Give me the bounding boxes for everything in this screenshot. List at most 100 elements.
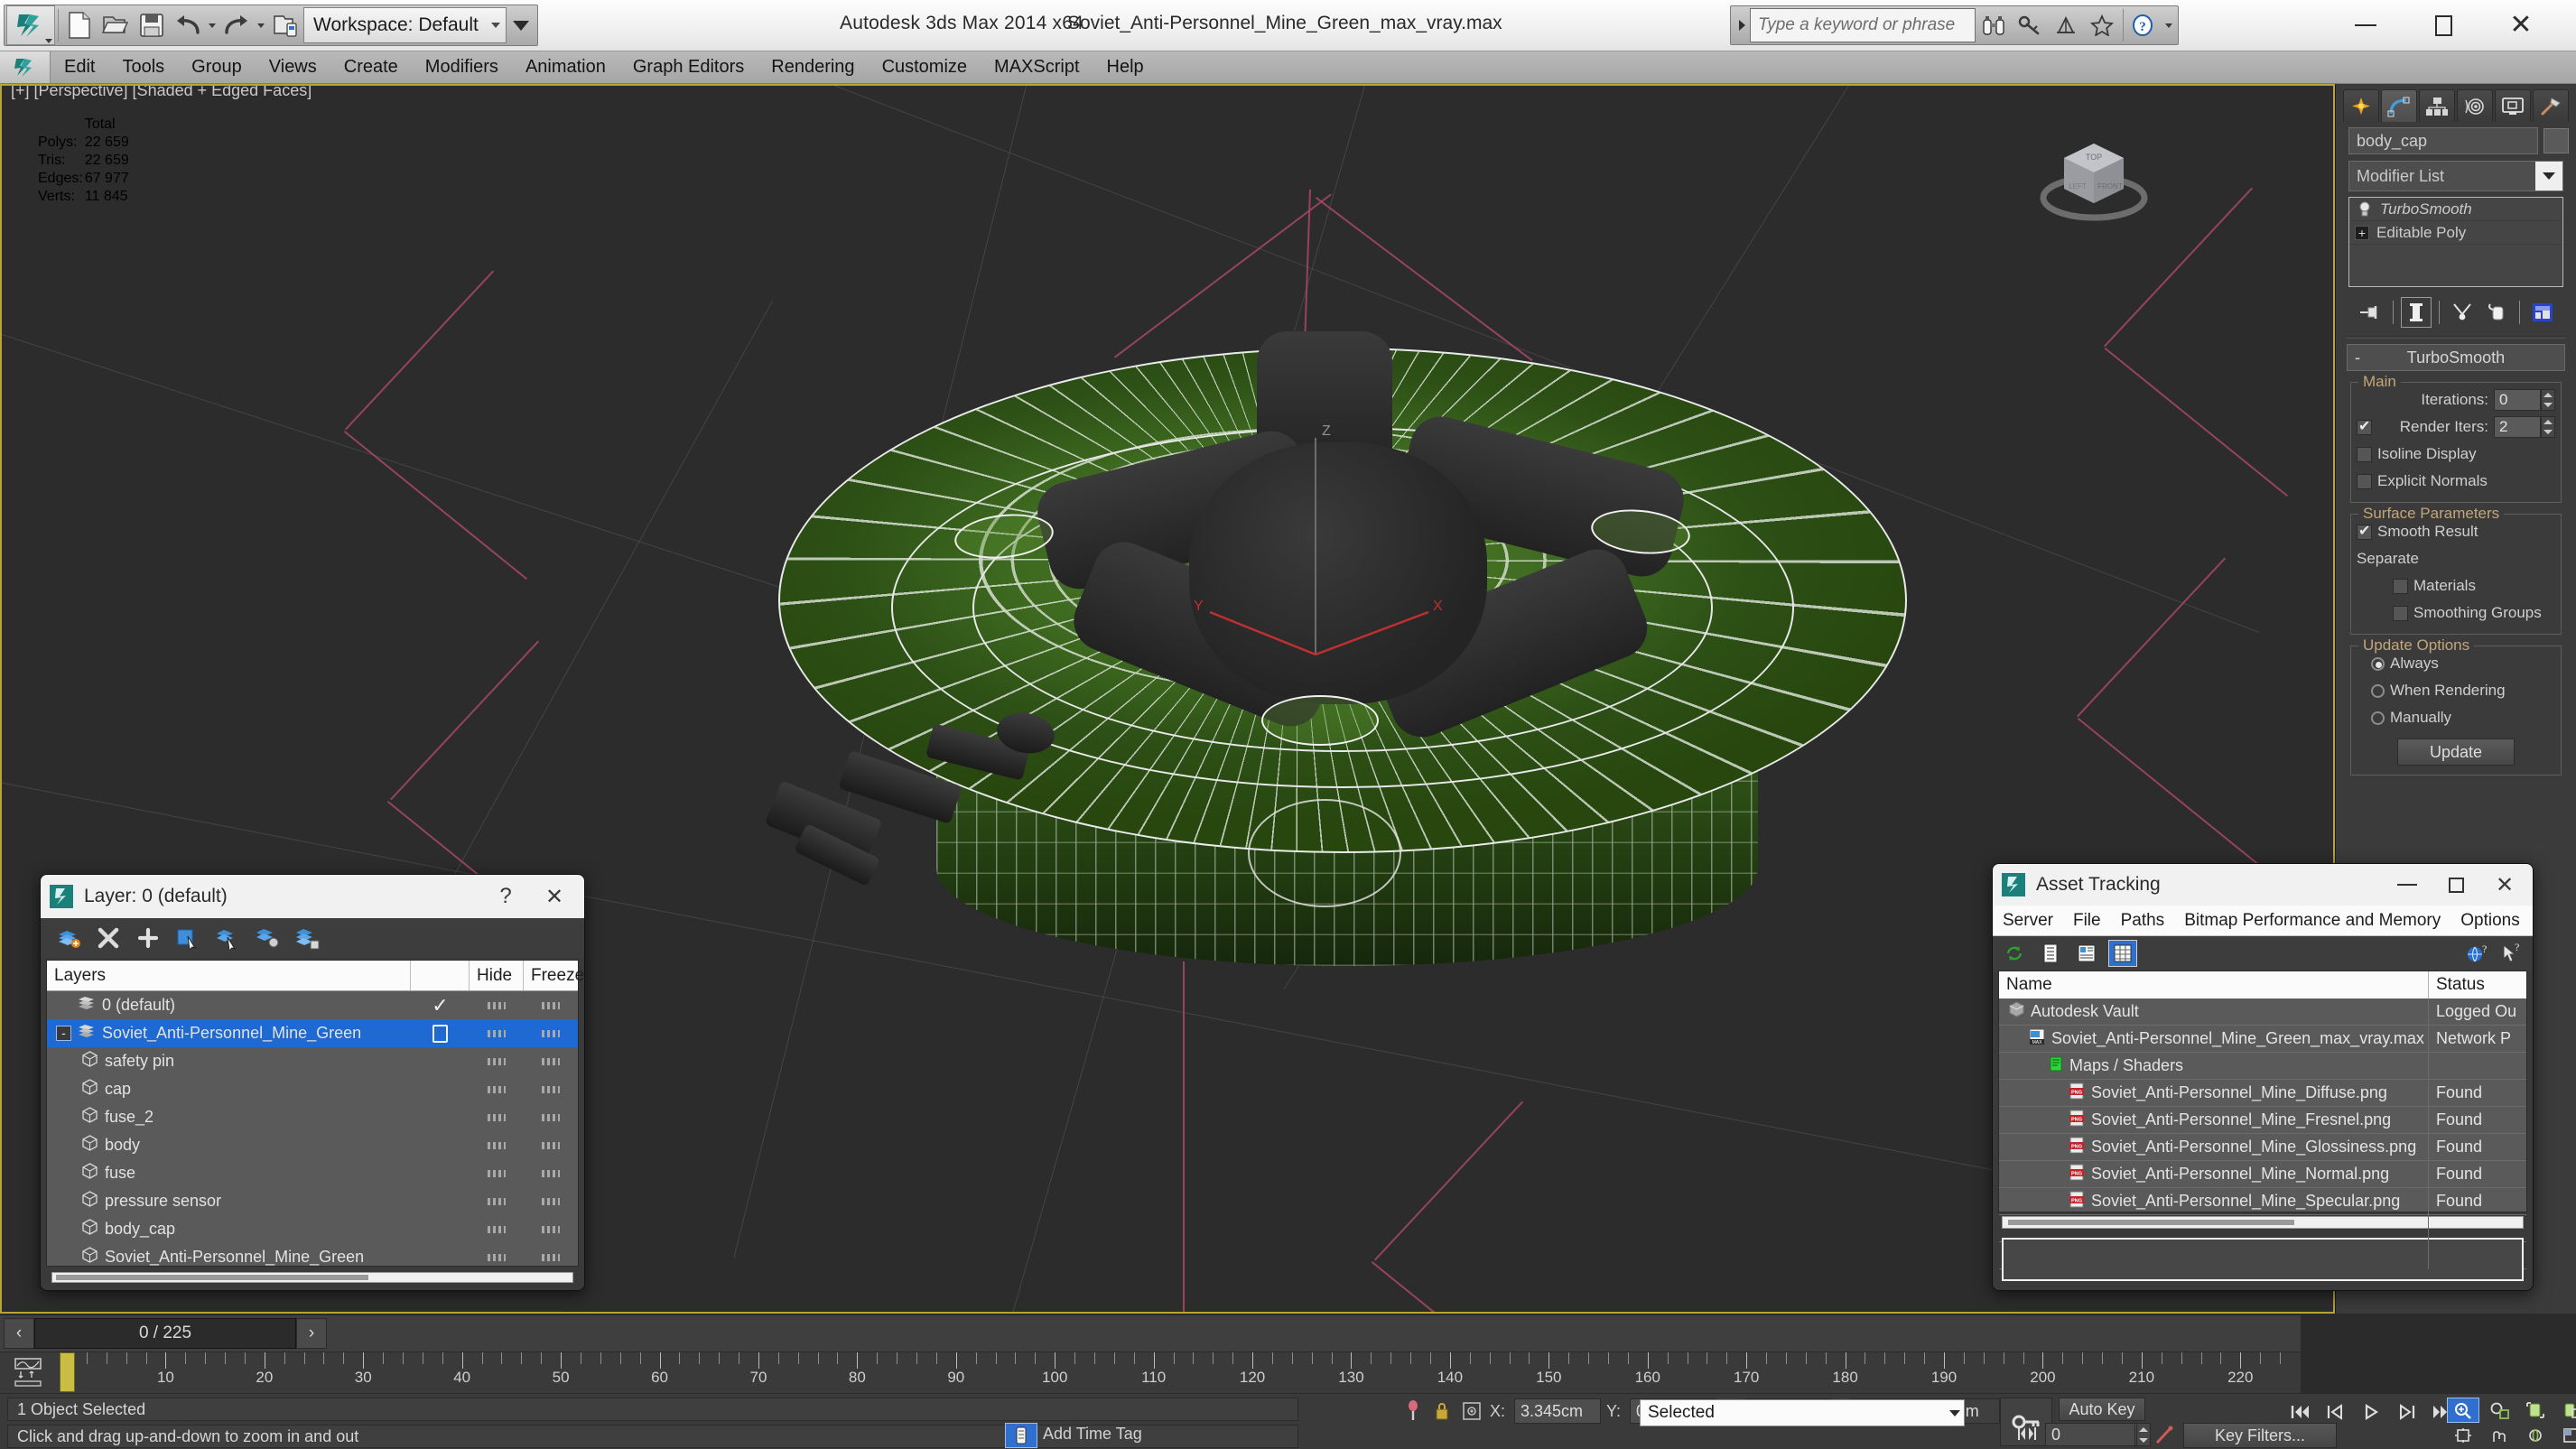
create-new-layer-icon[interactable]: [51, 922, 86, 954]
modifier-stack[interactable]: TurboSmooth + Editable Poly: [2348, 197, 2563, 287]
rollout-header[interactable]: - TurboSmooth: [2347, 344, 2565, 371]
display-tab-icon[interactable]: [2495, 89, 2531, 122]
mine-3d-model[interactable]: Z X Y: [778, 348, 1907, 925]
application-menu-button[interactable]: [6, 5, 55, 45]
asset-menu-bitmap[interactable]: Bitmap Performance and Memory: [2174, 911, 2450, 931]
save-file-icon[interactable]: [134, 7, 170, 43]
redo-dropdown-arrow-icon[interactable]: [255, 7, 267, 43]
search-input[interactable]: Type a keyword or phrase: [1750, 8, 1976, 42]
play-animation-icon[interactable]: [2355, 1399, 2387, 1425]
select-highlighted-objects-icon[interactable]: [210, 922, 245, 954]
previous-frame-button[interactable]: ‹: [4, 1318, 34, 1349]
detail-view-icon[interactable]: [2072, 940, 2101, 967]
render-iters-value[interactable]: 2: [2494, 416, 2541, 438]
layer-dialog[interactable]: Layer: 0 (default) ? ✕ Layers Hide: [40, 874, 585, 1291]
asset-row[interactable]: Autodesk VaultLogged Ou: [1999, 999, 2526, 1026]
layer-row[interactable]: body_cap: [47, 1215, 578, 1243]
selection-lock-toggle-icon[interactable]: [1401, 1398, 1425, 1424]
asset-menu-file[interactable]: File: [2063, 911, 2111, 931]
asset-menu-options[interactable]: Options: [2450, 911, 2529, 931]
asset-row-name[interactable]: PNGSoviet_Anti-Personnel_Mine_Diffuse.pn…: [1999, 1080, 2429, 1107]
layer-horizontal-scrollbar[interactable]: [51, 1272, 573, 1283]
layer-col-hide[interactable]: Hide: [470, 961, 524, 990]
layer-freeze-cell[interactable]: [524, 1086, 578, 1093]
asset-row[interactable]: PNGSoviet_Anti-Personnel_Mine_Diffuse.pn…: [1999, 1080, 2526, 1107]
layer-row[interactable]: safety pin: [47, 1047, 578, 1075]
key-step-icon[interactable]: [2012, 1423, 2042, 1444]
layer-row-name[interactable]: fuse: [47, 1163, 411, 1184]
object-color-swatch[interactable]: [2543, 128, 2569, 153]
current-frame-field[interactable]: 0: [2045, 1423, 2135, 1446]
layer-col-current[interactable]: [411, 961, 470, 990]
create-tab-icon[interactable]: [2343, 89, 2379, 122]
star-icon[interactable]: [2084, 7, 2120, 43]
zoom-region-icon[interactable]: [2555, 1398, 2576, 1423]
explicit-normals-checkbox[interactable]: [2357, 474, 2372, 489]
layer-col-freeze[interactable]: Freeze: [524, 961, 578, 990]
layer-row[interactable]: pressure sensor: [47, 1187, 578, 1215]
layer-freeze-cell[interactable]: [524, 1030, 578, 1037]
layer-hide-cell[interactable]: [470, 1226, 524, 1233]
track-bar[interactable]: 0102030405060708090100110120130140150160…: [0, 1351, 2301, 1393]
layer-hide-cell[interactable]: [470, 1030, 524, 1037]
undo-icon[interactable]: [170, 7, 206, 43]
layer-freeze-cell[interactable]: [524, 1170, 578, 1177]
binoculars-icon[interactable]: [1976, 7, 2012, 43]
coord-value-x[interactable]: 3.345cm: [1514, 1398, 1601, 1424]
set-project-folder-icon[interactable]: [267, 7, 303, 43]
layer-row-name[interactable]: safety pin: [47, 1051, 411, 1072]
layer-properties-icon[interactable]: [290, 922, 324, 954]
asset-menu-paths[interactable]: Paths: [2111, 911, 2175, 931]
plus-box-icon[interactable]: +: [2355, 226, 2369, 240]
app-menu-icon[interactable]: [0, 51, 51, 83]
render-iters-spinner[interactable]: 2: [2494, 416, 2555, 438]
update-button[interactable]: Update: [2397, 738, 2515, 766]
lightbulb-icon[interactable]: [2357, 200, 2373, 223]
layer-row[interactable]: -Soviet_Anti-Personnel_Mine_Green: [47, 1019, 578, 1047]
minimize-icon[interactable]: [2327, 5, 2404, 45]
menu-item-animation[interactable]: Animation: [512, 51, 619, 83]
menu-item-views[interactable]: Views: [256, 51, 330, 83]
layer-current-cell[interactable]: ✓: [411, 996, 470, 1016]
walk-through-icon[interactable]: [2519, 1423, 2552, 1448]
list-view-icon[interactable]: [2036, 940, 2065, 967]
maximize-icon[interactable]: [2404, 5, 2482, 45]
playhead-handle[interactable]: [60, 1352, 75, 1392]
maximize-viewport-icon[interactable]: [2555, 1423, 2576, 1448]
redo-icon[interactable]: [219, 7, 255, 43]
asset-row[interactable]: PNGSoviet_Anti-Personnel_Mine_Fresnel.pn…: [1999, 1107, 2526, 1134]
layer-hide-cell[interactable]: [470, 1002, 524, 1009]
key-mode-selector[interactable]: Selected: [1640, 1399, 1965, 1426]
question-icon[interactable]: ?: [2126, 7, 2162, 43]
pin-stack-icon[interactable]: [2355, 297, 2385, 328]
asset-row-name[interactable]: PNGSoviet_Anti-Personnel_Mine_Normal.png: [1999, 1161, 2429, 1188]
smooth-result-checkbox[interactable]: [2357, 525, 2372, 540]
modifier-stack-item-turbosmooth[interactable]: TurboSmooth: [2349, 198, 2562, 221]
add-time-tag-label[interactable]: Add Time Tag: [1043, 1425, 1142, 1444]
motion-tab-icon[interactable]: [2457, 89, 2493, 122]
iterations-value[interactable]: 0: [2494, 389, 2541, 411]
asset-row[interactable]: MAXSoviet_Anti-Personnel_Mine_Green_max_…: [1999, 1026, 2526, 1053]
modify-tab-icon[interactable]: [2381, 89, 2417, 122]
layer-row[interactable]: cap: [47, 1075, 578, 1103]
layer-list[interactable]: Layers Hide Freeze 0 (default)✓-Soviet_A…: [46, 960, 579, 1267]
layer-row-name[interactable]: body: [47, 1135, 411, 1156]
layer-row-name[interactable]: pressure sensor: [47, 1191, 411, 1212]
grid-view-icon[interactable]: [2108, 940, 2137, 967]
asset-row-name[interactable]: PNGSoviet_Anti-Personnel_Mine_Glossiness…: [1999, 1134, 2429, 1161]
spinner-arrows-icon[interactable]: [2541, 416, 2555, 438]
menu-item-group[interactable]: Group: [178, 51, 256, 83]
manually-radio[interactable]: [2371, 711, 2385, 725]
layer-row-name[interactable]: cap: [47, 1079, 411, 1100]
layer-hide-cell[interactable]: [470, 1170, 524, 1177]
layer-hide-cell[interactable]: [470, 1198, 524, 1205]
layer-row-name[interactable]: body_cap: [47, 1219, 411, 1240]
isoline-display-checkbox[interactable]: [2357, 447, 2372, 462]
zoom-all-icon[interactable]: [2483, 1398, 2516, 1423]
open-mini-curve-editor-icon[interactable]: [0, 1352, 56, 1392]
undo-dropdown-arrow-icon[interactable]: [206, 7, 219, 43]
asset-list[interactable]: Name Status Autodesk VaultLogged OuMAXSo…: [1998, 971, 2527, 1212]
asset-row-name[interactable]: Autodesk Vault: [1999, 999, 2429, 1026]
asset-row[interactable]: PNGSoviet_Anti-Personnel_Mine_Glossiness…: [1999, 1134, 2526, 1161]
key-filters-button[interactable]: Key Filters...: [2183, 1423, 2337, 1448]
